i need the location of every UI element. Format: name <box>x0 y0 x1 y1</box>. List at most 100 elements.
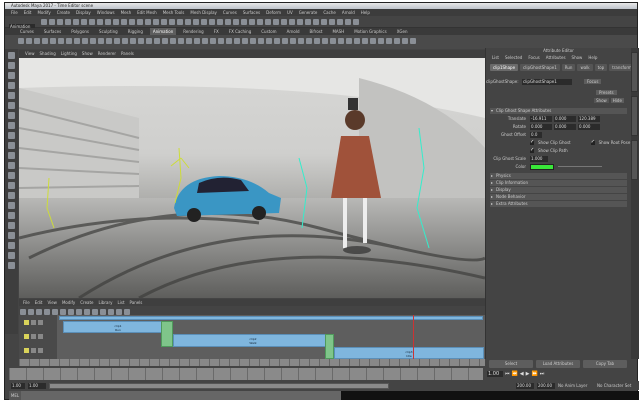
shelf-tool-icon[interactable] <box>274 38 280 44</box>
composition-clip[interactable] <box>59 316 483 320</box>
shelf-tool-icon[interactable] <box>362 38 368 44</box>
toolbox-tool-icon[interactable] <box>8 82 15 89</box>
toolbox-tool-icon[interactable] <box>8 62 15 69</box>
toolbox-tool-icon[interactable] <box>8 232 15 239</box>
shelf-tab-animation[interactable]: Animation <box>149 28 177 35</box>
toolbox-tool-icon[interactable] <box>8 52 15 59</box>
shelf-tab-sculpting[interactable]: Sculpting <box>96 28 121 35</box>
shelf-tool-icon[interactable] <box>170 38 176 44</box>
ghost-color-swatch[interactable] <box>530 163 554 170</box>
menu-cache[interactable]: Cache <box>323 9 335 16</box>
status-tool-icon[interactable] <box>297 19 304 25</box>
shelf-tool-icon[interactable] <box>82 38 88 44</box>
status-tool-icon[interactable] <box>337 19 344 25</box>
status-tool-icon[interactable] <box>265 19 272 25</box>
shelf-tool-icon[interactable] <box>130 38 136 44</box>
ae-tab[interactable]: Run <box>561 64 576 71</box>
toolbox-tool-icon[interactable] <box>8 242 15 249</box>
ae-menu-show[interactable]: Show <box>572 55 583 61</box>
toolbox-tool-icon[interactable] <box>8 102 15 109</box>
shelf-tab-bifrost[interactable]: Bifrost <box>307 28 326 35</box>
check-show-clip-path[interactable]: Show Clip Path <box>538 148 568 153</box>
shelf-tab-fx[interactable]: FX <box>211 28 222 35</box>
ae-tab[interactable]: clipGhostShape1 <box>520 64 560 71</box>
status-tool-icon[interactable] <box>97 19 104 25</box>
status-tool-icon[interactable] <box>169 19 176 25</box>
shelf-tool-icon[interactable] <box>138 38 144 44</box>
ae-tab[interactable]: clip1Shape <box>490 64 519 71</box>
menu-mesh-tools[interactable]: Mesh Tools <box>163 9 185 16</box>
toolbox-tool-icon[interactable] <box>8 212 15 219</box>
toolbox-tool-icon[interactable] <box>8 222 15 229</box>
status-tool-icon[interactable] <box>65 19 72 25</box>
status-tool-icon[interactable] <box>177 19 184 25</box>
clip-blend[interactable] <box>161 321 173 347</box>
shelf-tab-xgen[interactable]: XGen <box>394 28 411 35</box>
shelf-tab-mash[interactable]: MASH <box>329 28 347 35</box>
shelf-tool-icon[interactable] <box>26 38 32 44</box>
menu-uv[interactable]: UV <box>287 9 293 16</box>
panel-menu-shading[interactable]: Shading <box>40 50 56 58</box>
panel-menu-renderer[interactable]: Renderer <box>98 50 116 58</box>
panel-menu-lighting[interactable]: Lighting <box>61 50 77 58</box>
toolbox-tool-icon[interactable] <box>8 132 15 139</box>
toolbox-tool-icon[interactable] <box>8 112 15 119</box>
shelf-tool-icon[interactable] <box>194 38 200 44</box>
shelf-tool-icon[interactable] <box>98 38 104 44</box>
status-tool-icon[interactable] <box>121 19 128 25</box>
status-tool-icon[interactable] <box>129 19 136 25</box>
shelf-tool-icon[interactable] <box>34 38 40 44</box>
start-field[interactable]: 1.00 <box>11 382 25 389</box>
panel-menu-show[interactable]: Show <box>82 50 93 58</box>
status-tool-icon[interactable] <box>113 19 120 25</box>
check-show-root-pose[interactable]: Show Root Pose <box>599 140 631 145</box>
ae-tab[interactable]: top <box>594 64 608 71</box>
toolbox-tool-icon[interactable] <box>8 162 15 169</box>
viewport-3d[interactable] <box>19 58 485 298</box>
shelf-tool-icon[interactable] <box>50 38 56 44</box>
panel-menu-view[interactable]: View <box>25 50 35 58</box>
menu-curves[interactable]: Curves <box>223 9 237 16</box>
status-tool-icon[interactable] <box>209 19 216 25</box>
time-editor-menu-file[interactable]: File <box>23 299 30 306</box>
ae-tab[interactable]: walk <box>577 64 593 71</box>
go-end-button[interactable]: ⏭ <box>540 371 545 377</box>
status-tool-icon[interactable] <box>145 19 152 25</box>
copy-tab-button[interactable]: Copy Tab <box>583 360 627 368</box>
node-name-field[interactable]: clipGhostShape1 <box>522 78 572 85</box>
track-header[interactable] <box>19 317 57 329</box>
focus-button[interactable]: Focus <box>584 79 602 84</box>
menu-deform[interactable]: Deform <box>266 9 281 16</box>
shelf-tool-icon[interactable] <box>18 38 24 44</box>
time-editor-menu-view[interactable]: View <box>47 299 57 306</box>
shelf-tool-icon[interactable] <box>122 38 128 44</box>
time-editor-menu-modify[interactable]: Modify <box>62 299 75 306</box>
show-button[interactable]: Show <box>594 98 609 103</box>
time-editor-menu-list[interactable]: List <box>118 299 125 306</box>
menu-generate[interactable]: Generate <box>299 9 318 16</box>
status-tool-icon[interactable] <box>289 19 296 25</box>
menu-display[interactable]: Display <box>76 9 91 16</box>
shelf-tool-icon[interactable] <box>250 38 256 44</box>
clip-blend[interactable] <box>325 334 334 359</box>
shelf-tool-icon[interactable] <box>114 38 120 44</box>
toolbox-tool-icon[interactable] <box>8 72 15 79</box>
toolbox-tool-icon[interactable] <box>8 142 15 149</box>
play-button[interactable]: ▶ <box>526 371 530 377</box>
shelf-tool-icon[interactable] <box>330 38 336 44</box>
shelf-tool-icon[interactable] <box>258 38 264 44</box>
menu-edit-mesh[interactable]: Edit Mesh <box>137 9 157 16</box>
section-clip-ghost-shape[interactable]: Clip Ghost Shape Attributes <box>490 108 627 114</box>
menu-file[interactable]: File <box>11 9 18 16</box>
shelf-tool-icon[interactable] <box>298 38 304 44</box>
attr-field[interactable]: 120.389 <box>578 115 600 122</box>
clip-1[interactable]: clip1 Run <box>63 321 173 333</box>
section-display[interactable]: Display <box>490 187 627 193</box>
menu-arnold[interactable]: Arnold <box>342 9 355 16</box>
status-tool-icon[interactable] <box>273 19 280 25</box>
section-node-behavior[interactable]: Node Behavior <box>490 194 627 200</box>
status-tool-icon[interactable] <box>225 19 232 25</box>
command-input[interactable] <box>21 391 341 400</box>
hide-button[interactable]: Hide <box>610 98 624 103</box>
ae-menu-help[interactable]: Help <box>588 55 597 61</box>
